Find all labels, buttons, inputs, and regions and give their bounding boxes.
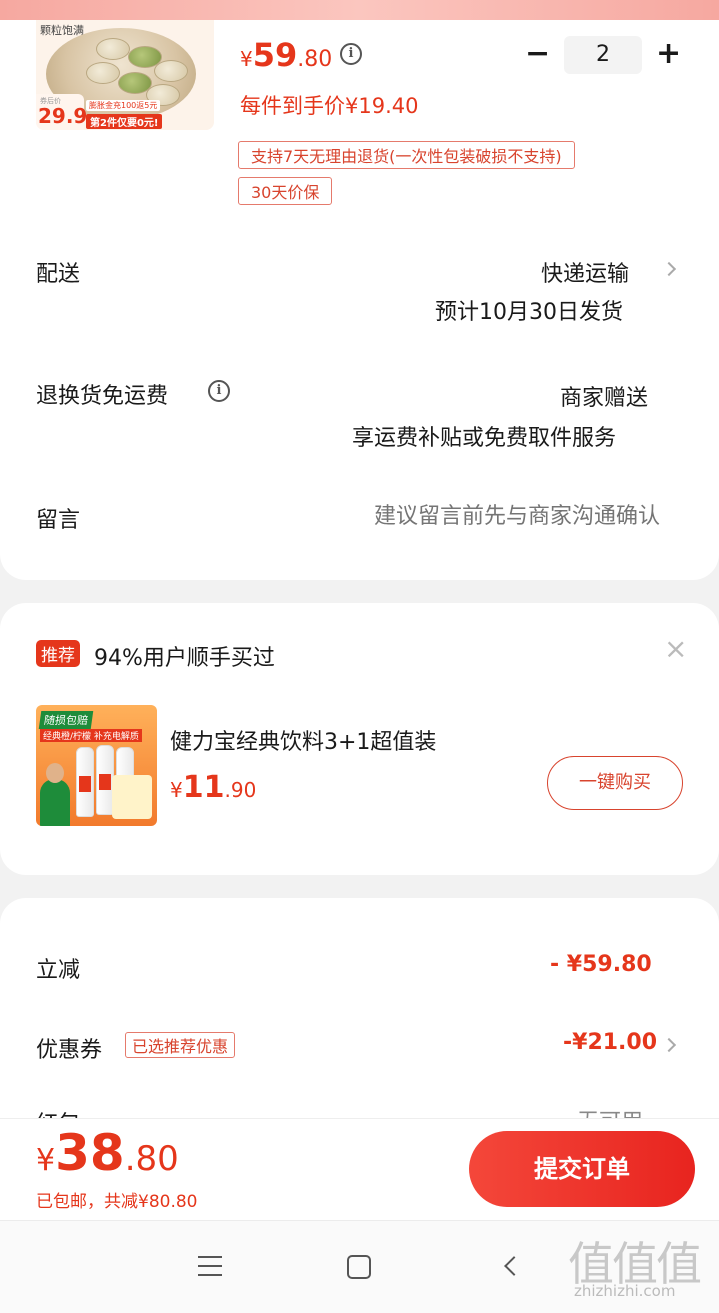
price-decimal: .90 xyxy=(224,778,257,802)
price-symbol: ¥ xyxy=(170,778,183,802)
nut-image xyxy=(96,38,130,60)
message-input[interactable] xyxy=(300,496,660,536)
thumb-promo-line2: 第2件仅要0元! xyxy=(86,114,163,129)
thumb-price: 29.9 xyxy=(38,104,88,128)
watermark-domain: zhizhizhi.com xyxy=(574,1282,676,1300)
info-icon[interactable]: i xyxy=(340,43,362,65)
promo-card-image xyxy=(112,775,152,819)
recommend-thumbnail[interactable]: 随损包赔 经典橙/柠檬 补充电解质 xyxy=(36,705,157,826)
recommend-title: 94%用户顺手买过 xyxy=(94,646,275,671)
shipping-note: 已包邮，共减¥80.80 xyxy=(36,1192,198,1212)
bottle-image xyxy=(76,747,94,817)
return-policy-tag: 支持7天无理由退货(一次性包装破损不支持) xyxy=(238,141,575,169)
nut-image xyxy=(154,60,188,82)
return-shipping-label: 退换货免运费 xyxy=(36,384,169,409)
decrease-qty-button[interactable]: − xyxy=(525,36,550,71)
delivery-estimate: 预计10月30日发货 xyxy=(435,300,623,325)
person-image xyxy=(40,779,70,826)
price-integer: 59 xyxy=(252,36,298,74)
price-protect-tag: 30天价保 xyxy=(238,177,333,205)
message-label: 留言 xyxy=(36,508,81,533)
recommend-item-price: ¥11.90 xyxy=(170,770,256,805)
price-integer: 38 xyxy=(55,1124,125,1182)
coupon-value[interactable]: -¥21.00 xyxy=(563,1030,657,1055)
thumb-banner: 随损包赔 xyxy=(38,711,94,729)
price-symbol: ¥ xyxy=(36,1143,56,1178)
return-shipping-value: 商家赠送 xyxy=(560,386,649,411)
coupon-tag: 已选推荐优惠 xyxy=(125,1032,236,1058)
product-thumbnail[interactable]: 颗粒饱满 券后价 29.9 膨胀金充100返5元 第2件仅要0元! xyxy=(36,20,214,130)
quantity-field[interactable]: 2 xyxy=(564,36,642,74)
recommend-badge: 推荐 xyxy=(36,640,80,667)
increase-qty-button[interactable]: + xyxy=(656,36,681,71)
person-head-image xyxy=(46,763,64,783)
price-integer: 11 xyxy=(182,770,225,805)
delivery-method[interactable]: 快递运输 xyxy=(541,256,629,288)
watermark-logo: 值值值 zhizhizhi.com xyxy=(568,1228,713,1308)
nut-image xyxy=(86,62,120,84)
discount-card xyxy=(0,898,719,1128)
price-decimal: .80 xyxy=(124,1139,179,1179)
thumb-sub: 经典橙/柠檬 补充电解质 xyxy=(40,729,142,742)
menu-icon[interactable] xyxy=(198,1256,222,1283)
instant-discount-label: 立减 xyxy=(36,958,81,983)
price-symbol: ¥ xyxy=(240,47,253,71)
thumb-promo-line1: 膨胀金充100返5元 xyxy=(86,100,161,111)
status-strip xyxy=(0,0,719,20)
product-price: ¥59.80 xyxy=(240,36,332,74)
thumb-promo: 膨胀金充100返5元 第2件仅要0元! xyxy=(84,100,206,129)
coupon-label: 优惠券 xyxy=(36,1038,103,1063)
home-icon[interactable] xyxy=(347,1255,371,1279)
instant-discount-value: - ¥59.80 xyxy=(550,952,652,977)
info-icon[interactable]: i xyxy=(208,380,230,402)
unit-price-label: 每件到手价¥19.40 xyxy=(240,94,419,118)
price-decimal: .80 xyxy=(297,47,333,72)
thumb-price-box: 券后价 29.9 xyxy=(36,94,88,130)
recommend-item-name[interactable]: 健力宝经典饮料3+1超值装 xyxy=(170,724,436,756)
submit-order-button[interactable]: 提交订单 xyxy=(469,1131,695,1207)
total-price: ¥38.80 xyxy=(36,1124,179,1182)
one-click-buy-button[interactable]: 一键购买 xyxy=(547,756,683,810)
close-icon[interactable]: × xyxy=(664,632,687,665)
return-shipping-desc: 享运费补贴或免费取件服务 xyxy=(352,426,617,451)
delivery-label: 配送 xyxy=(36,262,81,287)
